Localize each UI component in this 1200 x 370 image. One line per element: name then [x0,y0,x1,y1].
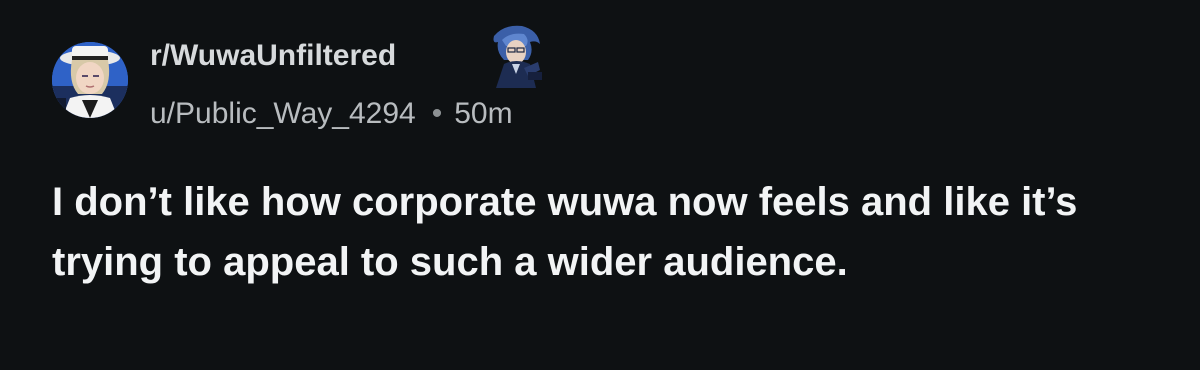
author-username[interactable]: u/Public_Way_4294 [150,97,416,130]
meta-separator: • [431,97,443,130]
user-flair-icon [484,22,548,90]
subreddit-name[interactable]: r/WuwaUnfiltered [150,36,396,76]
post-title[interactable]: I don’t like how corporate wuwa now feel… [52,172,1172,292]
post-card[interactable]: r/WuwaUnfiltered u/Public_Way_4294 • 50m I… [0,0,1200,370]
subreddit-avatar[interactable] [52,42,128,118]
post-age: 50m [454,97,513,130]
post-meta: u/Public_Way_4294 • 50m [150,94,513,134]
avatar-image [52,42,128,118]
